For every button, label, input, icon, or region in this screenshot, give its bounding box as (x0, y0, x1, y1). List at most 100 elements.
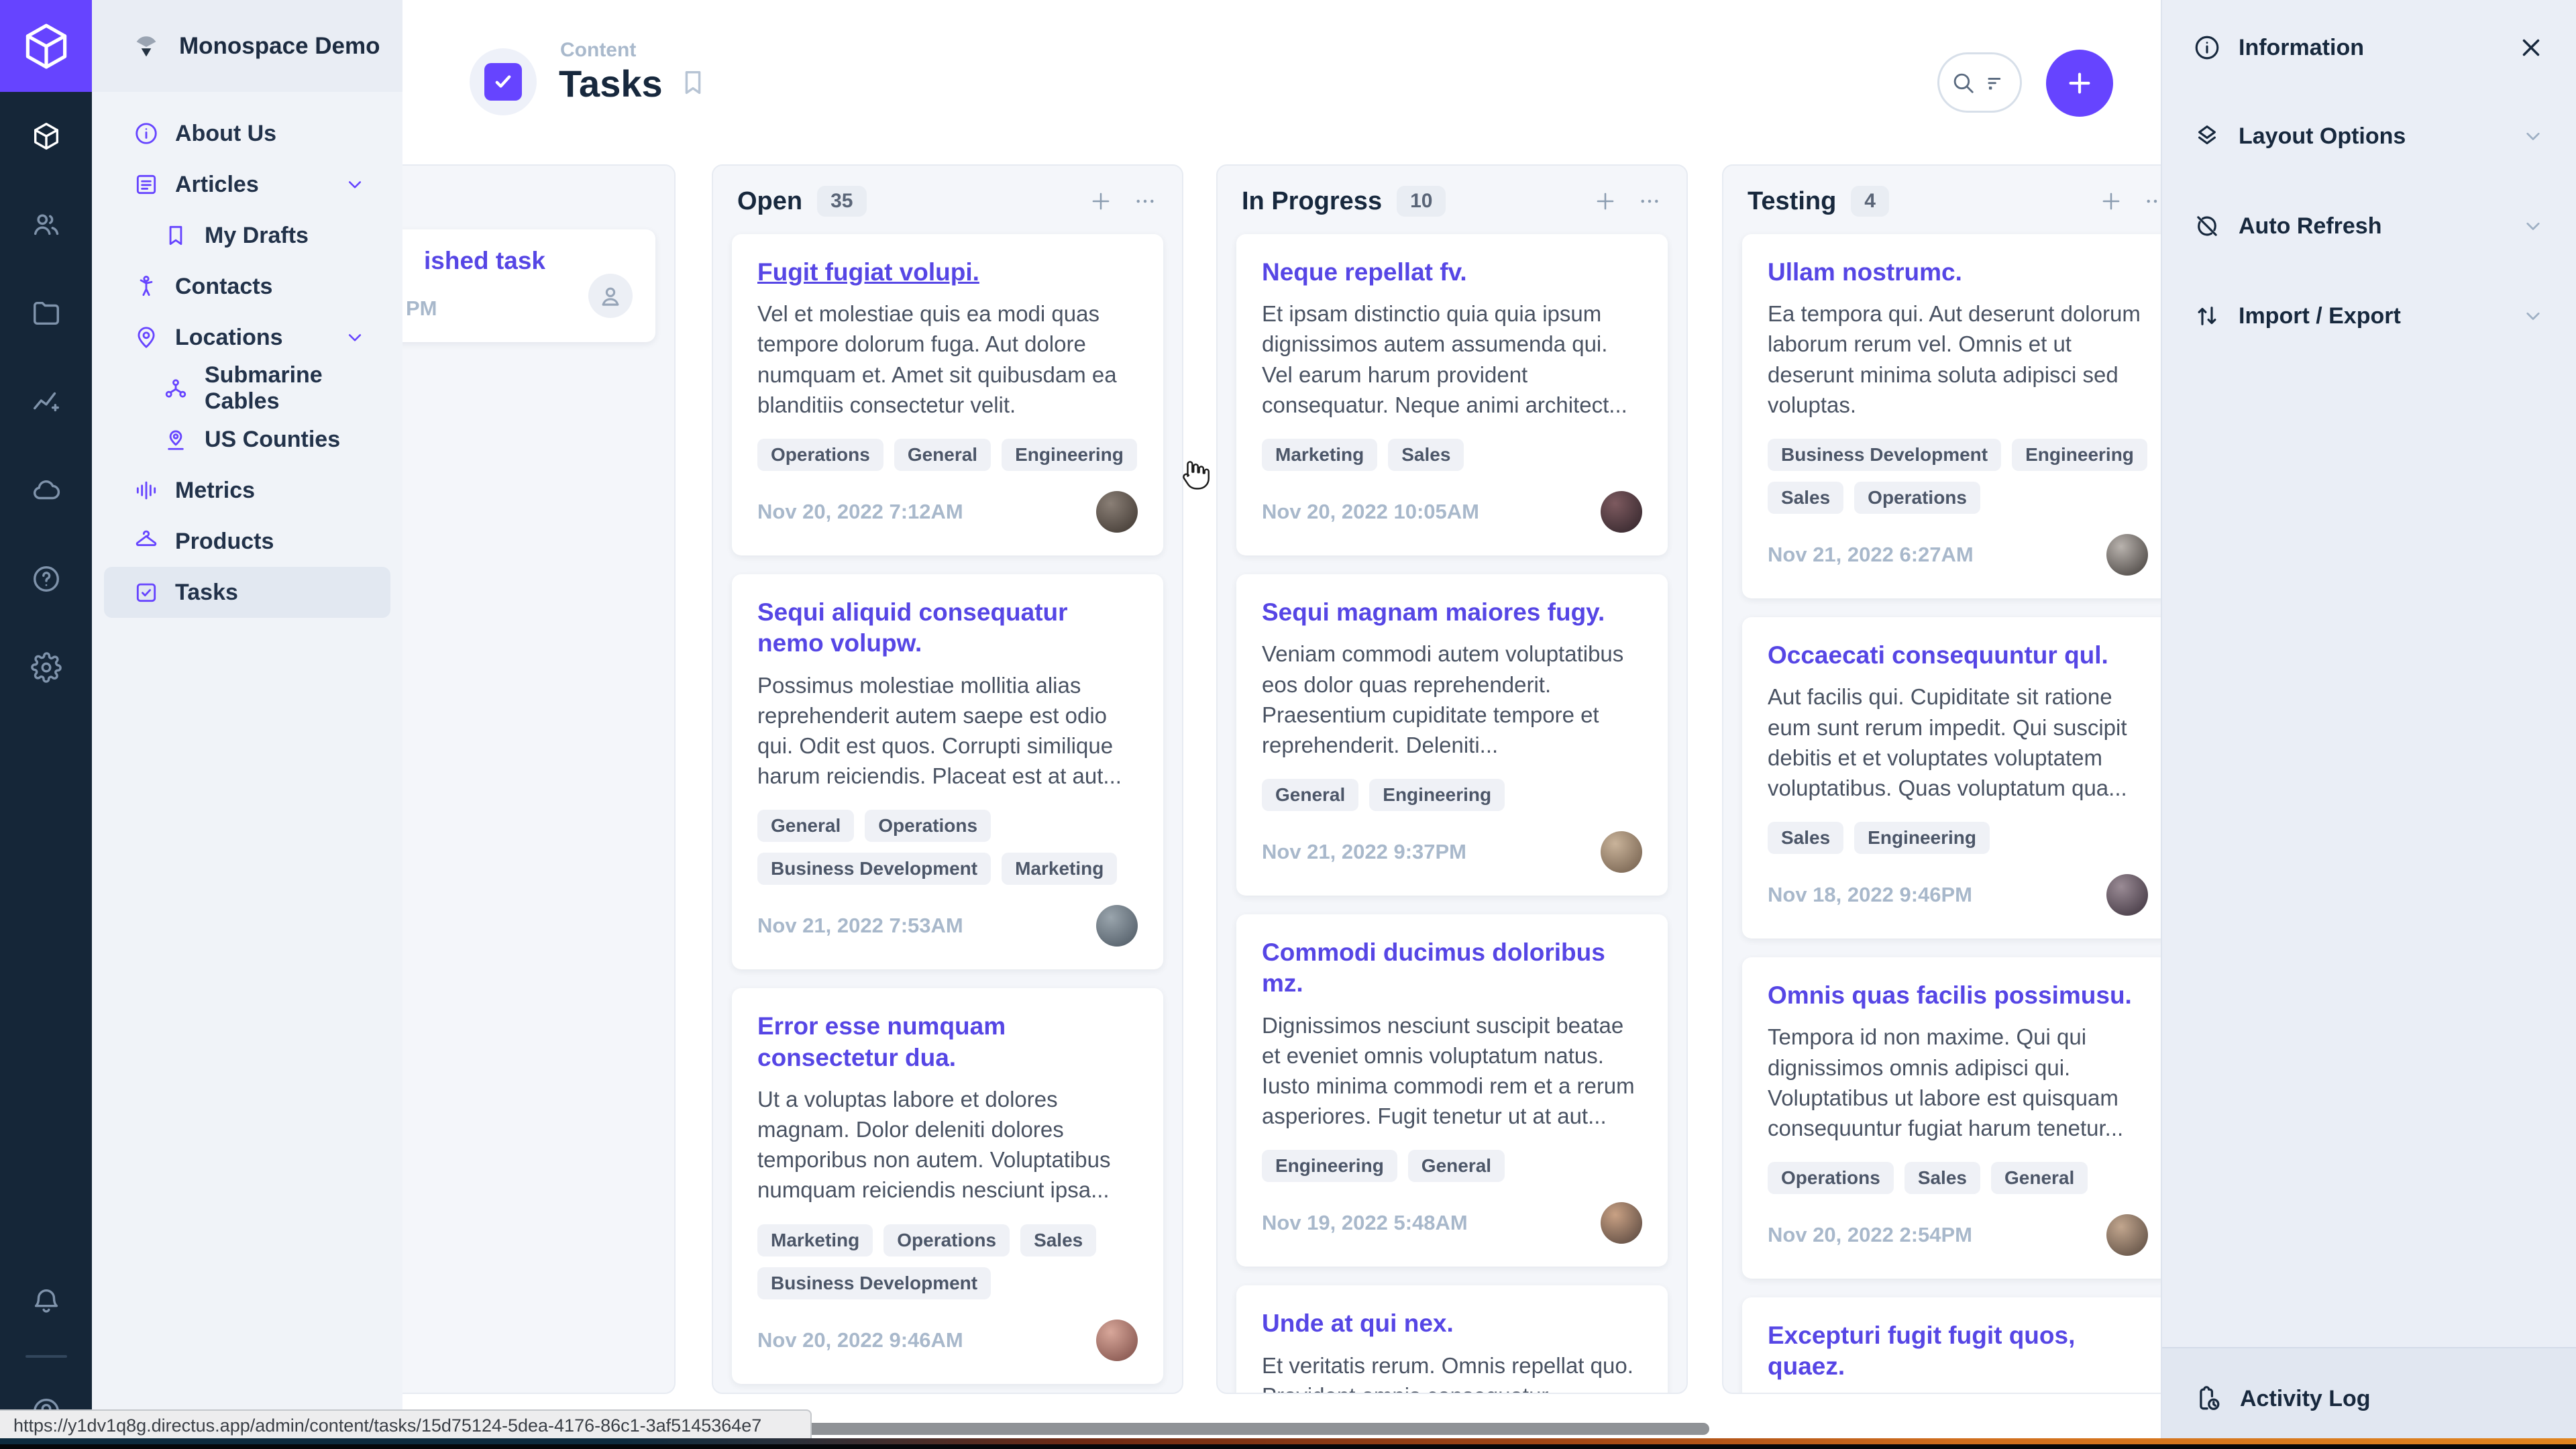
task-card[interactable]: Unde at qui nex.Et veritatis rerum. Omni… (1236, 1285, 1668, 1394)
workspace-switcher[interactable]: Monospace Demo (92, 0, 402, 92)
chevron-down-icon[interactable] (343, 326, 366, 349)
task-card[interactable]: Omnis quas facilis possimusu. Tempora id … (1742, 957, 2174, 1279)
task-card[interactable]: Fugit fugiat volupi.Vel et molestiae qui… (732, 234, 1163, 555)
sidebar-item-contacts[interactable]: Contacts (104, 261, 390, 312)
card-date: Nov 20, 2022 10:05AM (1262, 500, 1479, 524)
chevron-down-icon (2521, 304, 2545, 328)
task-card[interactable]: Occaecati consequuntur qul.Aut facilis q… (1742, 617, 2174, 938)
tag-pill: Sales (1904, 1162, 1980, 1194)
tag-pill: Business Development (1768, 439, 2001, 471)
search-filter-pill (1937, 52, 2022, 113)
add-card-icon[interactable] (1088, 189, 1114, 214)
tag-pill: Marketing (1002, 853, 1117, 885)
files-module-folder-icon[interactable] (0, 269, 92, 358)
card-title[interactable]: Occaecati consequuntur qul. (1768, 640, 2148, 671)
tag-pill: General (1991, 1162, 2088, 1194)
chevron-down-icon (2521, 124, 2545, 148)
clipboard-clock-icon (2193, 1384, 2222, 1413)
docs-module-help-icon[interactable] (0, 535, 92, 623)
card-title[interactable]: Commodi ducimus doloribus mz. (1262, 937, 1642, 1000)
task-card[interactable]: Sequi magnam maiores fugy.Veniam commodi… (1236, 574, 1668, 896)
sidebar-item-submarine-cables[interactable]: Submarine Cables (104, 363, 390, 414)
task-card[interactable]: Error esse numquam consectetur dua.Ut a … (732, 988, 1163, 1383)
add-card-icon[interactable] (2098, 189, 2124, 214)
add-task-button[interactable] (2046, 50, 2113, 117)
avatar (2106, 1214, 2148, 1256)
sidebar-item-articles[interactable]: Articles (104, 159, 390, 210)
tag-pill: Operations (883, 1224, 1010, 1256)
card-title[interactable]: Sequi aliquid consequatur nemo volupw. (757, 597, 1138, 659)
sidebar-item-products[interactable]: Products (104, 516, 390, 567)
card-title[interactable]: Fugit fugiat volupi. (757, 257, 1138, 288)
sidebar-item-label: Locations (175, 325, 283, 351)
workspace-name: Monospace Demo (179, 33, 380, 60)
drawer-section-label: Import / Export (2239, 303, 2401, 329)
card-title[interactable]: Error esse numquam consectetur dua. (757, 1011, 1138, 1073)
kanban-column-testing: Testing4Ullam nostrumc.Ea tempora qui. A… (1722, 164, 2194, 1394)
sidebar-item-my-drafts[interactable]: My Drafts (104, 210, 390, 261)
drawer-section-layout-options[interactable]: Layout Options (2162, 104, 2576, 168)
content-module-cube-icon[interactable] (0, 92, 92, 180)
search-icon[interactable] (1950, 70, 1976, 95)
workspace-logo-icon (131, 31, 162, 62)
task-card[interactable]: Neque repellat fv.Et ipsam distinctio qu… (1236, 234, 1668, 555)
card-title[interactable]: Unde at qui nex. (1262, 1308, 1642, 1339)
avatar (1096, 1320, 1138, 1361)
filter-icon[interactable] (1984, 70, 2009, 95)
tag-pill: Operations (1854, 482, 1980, 514)
directus-logo-icon[interactable] (0, 0, 92, 92)
bottom-strip (0, 1438, 2576, 1444)
card-title[interactable]: Sequi magnam maiores fugy. (1262, 597, 1642, 628)
card-description: Tempora id non maxime. Qui qui dignissim… (1768, 1022, 2148, 1143)
insights-module-insights-icon[interactable] (0, 358, 92, 446)
card-date: Nov 20, 2022 7:12AM (757, 500, 963, 524)
tag-pill: Operations (757, 439, 883, 471)
tag-pill: Sales (1768, 482, 1843, 514)
task-card[interactable]: Ullam nostrumc. Ea tempora qui. Aut deser… (1742, 234, 2174, 598)
users-module-people-icon[interactable] (0, 180, 92, 269)
column-title: Open (737, 187, 802, 216)
card-title[interactable]: Excepturi fugit fugit quos, quaez. (1768, 1320, 2148, 1383)
tag-pill: Engineering (1369, 779, 1505, 811)
sidebar-item-label: About Us (175, 121, 276, 147)
card-title[interactable]: Neque repellat fv. (1262, 257, 1642, 288)
notifications-bell-icon[interactable] (0, 1257, 92, 1346)
card-title[interactable]: Omnis quas facilis possimusu. (1768, 980, 2148, 1011)
card-date: Nov 19, 2022 5:48AM (1262, 1211, 1468, 1235)
cloud-module-cloud-icon[interactable] (0, 446, 92, 535)
task-card[interactable]: Excepturi fugit fugit quos, quaez. Ipsa n… (1742, 1297, 2174, 1394)
card-tags: OperationsGeneralEngineering (757, 439, 1138, 471)
add-card-icon[interactable] (1593, 189, 1618, 214)
network-icon (163, 376, 189, 401)
activity-log-button[interactable]: Activity Log (2162, 1347, 2576, 1449)
settings-module-settings-icon[interactable] (0, 623, 92, 712)
more-options-icon[interactable] (1637, 189, 1662, 214)
drawer-section-label: Layout Options (2239, 123, 2406, 150)
task-card[interactable]: Commodi ducimus doloribus mz.Dignissimos… (1236, 914, 1668, 1267)
checkbox-icon (133, 580, 159, 605)
avatar (1601, 1202, 1642, 1244)
sidebar-item-tasks[interactable]: Tasks (104, 567, 390, 618)
tag-pill: General (757, 810, 854, 842)
card-title[interactable]: ished task (424, 247, 545, 275)
sidebar-item-about-us[interactable]: About Us (104, 108, 390, 159)
close-icon[interactable] (2517, 34, 2545, 62)
column-count-badge: 4 (1851, 186, 1889, 217)
bookmark-icon[interactable] (678, 67, 708, 98)
chevron-down-icon[interactable] (343, 173, 366, 196)
column-count-badge: 10 (1397, 186, 1446, 217)
drawer-section-auto-refresh[interactable]: Auto Refresh (2162, 194, 2576, 258)
sidebar-item-us-counties[interactable]: US Counties (104, 414, 390, 465)
sidebar-item-locations[interactable]: Locations (104, 312, 390, 363)
layers-icon (2193, 122, 2221, 150)
task-card[interactable]: Sequi aliquid consequatur nemo volupw.Po… (732, 574, 1163, 969)
card-description: Ea tempora qui. Aut deserunt dolorum lab… (1768, 299, 2148, 420)
sidebar-item-label: Submarine Cables (205, 362, 390, 415)
card-description: Ipsa nemo eos sequi nulla id accusamus n… (1768, 1393, 2148, 1394)
equalizer-icon (133, 478, 159, 503)
card-title[interactable]: Ullam nostrumc. (1768, 257, 2148, 288)
sidebar-item-metrics[interactable]: Metrics (104, 465, 390, 516)
card-date: Nov 21, 2022 7:53AM (757, 914, 963, 938)
more-options-icon[interactable] (1132, 189, 1158, 214)
drawer-section-import-export[interactable]: Import / Export (2162, 284, 2576, 348)
